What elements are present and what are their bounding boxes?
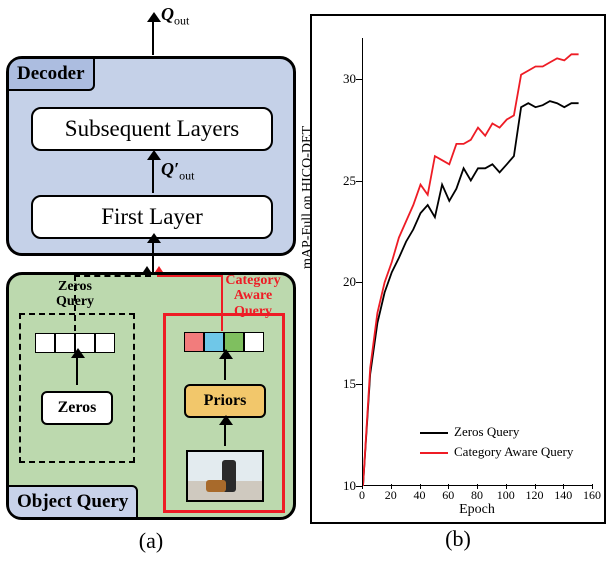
first-layer-text: First Layer	[101, 204, 203, 230]
cell-icon	[244, 332, 264, 352]
x-tick-label: 120	[526, 488, 544, 503]
cat-elbow-h	[157, 275, 221, 277]
x-tick-label: 40	[414, 488, 426, 503]
arrow-qprime	[152, 159, 154, 193]
y-tick-label: 10	[334, 478, 356, 494]
chart-lines-svg	[363, 38, 593, 486]
y-tick	[356, 282, 362, 283]
x-tick-label: 0	[359, 488, 365, 503]
zeros-slab-text: Zeros	[58, 399, 97, 417]
zeros-zone: Zeros	[19, 313, 135, 463]
category-line	[363, 54, 579, 486]
dog-icon	[206, 480, 226, 492]
arrow-qout	[152, 21, 154, 55]
chart-plot-area	[362, 38, 592, 486]
input-image-thumbnail	[186, 450, 264, 502]
y-tick-label: 15	[334, 376, 356, 392]
arrow-priors-to-cells	[224, 358, 226, 380]
q-out-label: Qout	[161, 4, 189, 29]
panel-a-caption: (a)	[6, 528, 296, 554]
zeros-elbow-v	[74, 275, 76, 331]
cat-title-2: Aware	[234, 288, 272, 303]
cat-elbow-v	[221, 275, 223, 331]
object-query-tag: Object Query	[7, 485, 138, 519]
qprime-label: Q′out	[161, 159, 194, 184]
panel-b-caption: (b)	[312, 526, 604, 552]
qprime-sub: out	[179, 169, 194, 183]
panel-b: mAP-Full on HICO-DET Zeros Query Categor…	[310, 14, 606, 524]
legend-zeros: Zeros Query	[420, 424, 519, 440]
priors-slab: Priors	[184, 384, 266, 418]
x-tick-label: 160	[583, 488, 601, 503]
y-tick	[356, 181, 362, 182]
q-out-sub: out	[174, 14, 189, 28]
panel-a: Qout Decoder Subsequent Layers Q′out Fir…	[6, 14, 296, 524]
arrow-photo-to-priors	[224, 424, 226, 446]
legend-swatch-cat	[420, 452, 448, 454]
figure: Qout Decoder Subsequent Layers Q′out Fir…	[0, 0, 614, 576]
object-query-box: Zeros Query Zeros	[6, 272, 296, 520]
cell-icon	[35, 333, 55, 353]
legend-zeros-text: Zeros Query	[454, 424, 519, 439]
decoder-box: Decoder Subsequent Layers Q′out First La…	[6, 56, 296, 256]
qprime-sym: Q′	[161, 159, 179, 179]
y-tick-label: 25	[334, 173, 356, 189]
zeros-slab: Zeros	[41, 391, 113, 425]
zeros-elbow-h	[74, 275, 151, 277]
legend-cat: Category Aware Query	[420, 444, 573, 460]
y-tick	[356, 79, 362, 80]
chart-xlabel: Epoch	[362, 502, 592, 518]
priors-slab-text: Priors	[204, 392, 247, 410]
cell-icon	[184, 332, 204, 352]
x-tick-label: 60	[442, 488, 454, 503]
arrow-zeros-to-cells	[76, 357, 78, 385]
chart-ylabel: mAP-Full on HICO-DET	[300, 126, 316, 269]
decoder-tag: Decoder	[7, 57, 95, 91]
subsequent-layers-box: Subsequent Layers	[31, 107, 273, 151]
x-tick-label: 100	[497, 488, 515, 503]
category-zone: Priors	[163, 313, 285, 513]
q-out-sym: Q	[161, 4, 174, 24]
subsequent-layers-text: Subsequent Layers	[65, 116, 239, 142]
cat-title-1: Category	[225, 273, 280, 288]
cell-icon	[95, 333, 115, 353]
y-tick-label: 20	[334, 274, 356, 290]
x-tick-label: 80	[471, 488, 483, 503]
legend-cat-text: Category Aware Query	[454, 444, 573, 459]
x-tick-label: 20	[385, 488, 397, 503]
y-tick-label: 30	[334, 71, 356, 87]
legend-swatch-zeros	[420, 432, 448, 434]
y-tick	[356, 384, 362, 385]
x-tick-label: 140	[554, 488, 572, 503]
